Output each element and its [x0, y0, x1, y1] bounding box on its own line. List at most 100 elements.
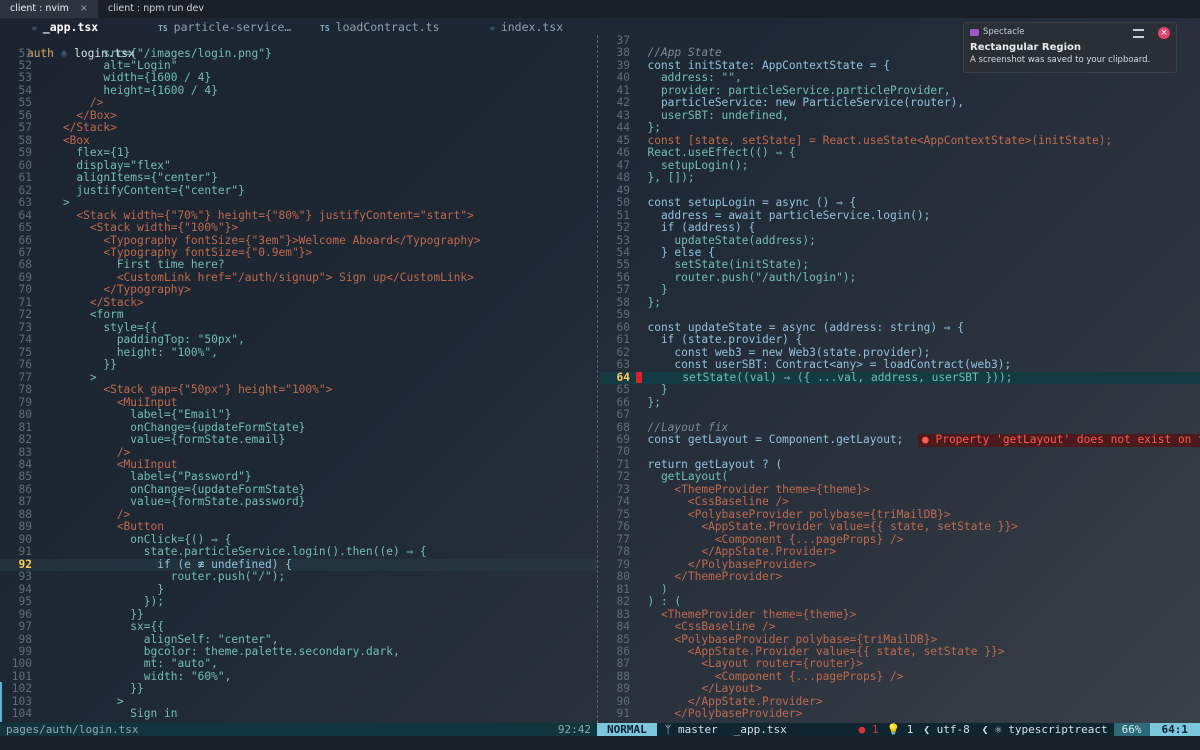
status-filename: _app.tsx: [733, 723, 787, 736]
terminal-tab-nvim[interactable]: client : nvim ×: [0, 0, 98, 18]
settings-icon[interactable]: [1133, 29, 1144, 38]
code-line[interactable]: 66 };: [600, 396, 1200, 409]
code-text: >: [36, 196, 70, 210]
code-line[interactable]: 57 }: [600, 283, 1200, 297]
code-text: First time here?: [36, 258, 225, 272]
code-text: >: [36, 694, 124, 708]
code-text: }}: [36, 358, 117, 372]
line-number: 91: [18, 545, 32, 559]
buffer-tab-particle-service[interactable]: TS particle-service…: [158, 20, 291, 35]
code-text: }: [36, 582, 164, 596]
line-number: 61: [18, 171, 32, 185]
buffer-tab-index[interactable]: ⚛ index.tsx: [490, 20, 563, 35]
terminal-tab-npm[interactable]: client : npm run dev: [98, 0, 214, 18]
code-line[interactable]: 64 setState((val) ⇒ ({ ...val, address, …: [600, 371, 1200, 385]
code-text: updateState(address);: [634, 233, 816, 247]
code-text: <Layout router={router}>: [634, 657, 864, 671]
line-number: 89: [18, 520, 32, 534]
code-text: width={1600 / 4}: [36, 71, 212, 85]
buffer-tab-app[interactable]: ⚛ _app.tsx: [32, 20, 98, 35]
hint-value: 1: [906, 723, 914, 736]
code-line[interactable]: 48 }, []);: [600, 171, 1200, 184]
buffer-tab-label: index.tsx: [500, 20, 564, 34]
line-number: 63: [18, 196, 32, 210]
left-statusline: pages/auth/login.tsx 92:42: [0, 723, 597, 736]
line-number: 46: [616, 146, 630, 160]
code-text: const [state, setState] = React.useState…: [634, 133, 1113, 147]
left-code-area[interactable]: 51 src={"/images/login.png"} 52 alt="Logi…: [0, 47, 597, 721]
right-editor-pane[interactable]: 37 38 //App State 39 const initState: AppC…: [600, 35, 1200, 723]
react-file-icon: ⚛: [32, 24, 37, 33]
code-text: value={formState.email}: [36, 433, 286, 447]
right-statusline: NORMAL ᛘ master _app.tsx ● 1 💡 1 ❮ utf-8…: [597, 723, 1200, 736]
pane-divider[interactable]: [597, 35, 599, 723]
status-file-path: pages/auth/login.tsx: [6, 723, 139, 736]
code-text: Sign in: [36, 707, 178, 721]
diagnostic-message: ● Property 'getLayout' does not exist on…: [918, 433, 1200, 447]
buffer-tab-label: loadContract.ts: [335, 20, 440, 34]
status-cursor-position: 92:42: [557, 723, 591, 736]
react-file-icon: ⚛: [490, 24, 495, 33]
line-number: 93: [18, 570, 32, 584]
code-text: return getLayout ? (: [634, 457, 783, 471]
code-text: <CssBaseline />: [634, 620, 776, 634]
code-line[interactable]: 69 const getLayout = Component.getLayout…: [600, 433, 1200, 447]
spectacle-icon: [970, 28, 979, 36]
code-text: <CssBaseline />: [634, 495, 789, 509]
encoding-value: utf-8: [936, 723, 970, 736]
mode-indicator: NORMAL: [597, 723, 657, 736]
line-number: 72: [616, 470, 630, 484]
line-number: 65: [616, 383, 630, 397]
code-line[interactable]: 56 router.push("/auth/login");: [600, 271, 1200, 284]
terminal-tab-bar: client : nvim × client : npm run dev: [0, 0, 1200, 18]
code-line[interactable]: 81 ): [600, 583, 1200, 596]
code-text: </Layout>: [634, 682, 762, 696]
code-text: </Stack>: [36, 121, 117, 135]
line-number: 78: [18, 383, 32, 397]
code-line[interactable]: 91 </PolybaseProvider>: [600, 707, 1200, 720]
code-text: <MuiInput: [36, 457, 178, 471]
code-text: }: [634, 383, 668, 397]
code-text: provider: particleService.particleProvid…: [634, 83, 951, 97]
code-text: <Component {...pageProps} />: [634, 669, 904, 683]
line-number: 67: [616, 408, 630, 422]
code-text: React.useEffect(() ⇒ {: [634, 146, 796, 160]
code-line[interactable]: 104 Sign in: [0, 707, 597, 721]
close-icon[interactable]: ×: [80, 3, 88, 14]
code-line[interactable]: 43 userSBT: undefined,: [600, 108, 1200, 122]
code-text: };: [634, 121, 661, 135]
typescript-file-icon: TS: [320, 24, 330, 33]
code-text: </AppState.Provider>: [634, 545, 837, 559]
buffer-tab-load-contract[interactable]: TS loadContract.ts: [320, 20, 440, 35]
code-text: setState(initState);: [634, 258, 810, 272]
code-line[interactable]: 62 justifyContent={"center"}: [0, 184, 597, 197]
code-text: <ThemeProvider theme={theme}>: [634, 482, 870, 496]
code-text: ) : (: [634, 595, 682, 609]
code-text: <CustomLink href="/auth/signup"> Sign up…: [36, 270, 474, 284]
buffer-tab-label: _app.tsx: [42, 20, 99, 34]
code-text: value={formState.password}: [36, 495, 306, 509]
code-text: <form: [36, 308, 124, 322]
screenshot-notification[interactable]: Spectacle × Rectangular Region A screens…: [963, 22, 1177, 73]
code-text: <AppState.Provider value={{ state, setSt…: [634, 520, 1018, 534]
code-text: onClick={() ⇒ {: [36, 532, 232, 546]
line-number: 57: [616, 283, 630, 297]
code-text: onChange={updateFormState}: [36, 482, 306, 496]
line-number: 65: [18, 221, 32, 235]
line-number: 40: [616, 71, 630, 85]
code-line[interactable]: 65 }: [600, 383, 1200, 397]
close-icon[interactable]: ×: [1158, 27, 1170, 39]
code-text: const initState: AppContextState = {: [634, 58, 890, 72]
line-number: 104: [11, 707, 32, 721]
code-text: height: "100%",: [36, 345, 218, 359]
git-branch: ᛘ master: [657, 723, 726, 736]
code-line[interactable]: 80 </ThemeProvider>: [600, 570, 1200, 583]
code-text: userSBT: undefined,: [634, 108, 789, 122]
terminal-tab-label: client : npm run dev: [107, 3, 204, 14]
right-code-area[interactable]: 37 38 //App State 39 const initState: AppC…: [600, 35, 1200, 721]
code-line[interactable]: 58 };: [600, 296, 1200, 309]
code-text: </AppState.Provider>: [634, 694, 823, 708]
code-text: alignSelf: "center",: [36, 632, 279, 646]
code-text: bgcolor: theme.palette.secondary.dark,: [36, 645, 400, 658]
left-editor-pane[interactable]: auth ⚛ login.tsx 51 src={"/images/login.…: [0, 35, 597, 723]
